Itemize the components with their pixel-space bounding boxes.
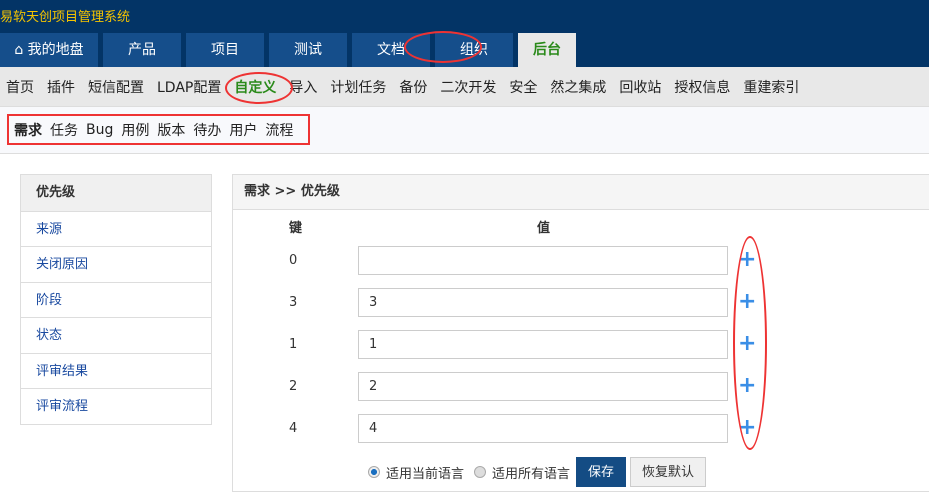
subnav-item[interactable]: 短信配置 — [88, 77, 144, 97]
subnav-item[interactable]: 授权信息 — [674, 77, 730, 97]
subnav-item[interactable]: LDAP配置 — [157, 77, 221, 97]
brand: 易软天创项目管理系统 — [0, 10, 131, 25]
sidebar-item[interactable]: 优先级 — [21, 175, 211, 211]
nav-admin[interactable]: 后台 — [518, 33, 576, 67]
sidebar-item[interactable]: 关闭原因 — [21, 246, 211, 282]
value-input[interactable] — [358, 288, 728, 317]
subnav-item[interactable]: 计划任务 — [330, 77, 386, 97]
main-nav: ⌂ 我的地盘 产品 项目 测试 文档 组织 后台 — [0, 33, 576, 67]
subnav-item[interactable]: 然之集成 — [550, 77, 606, 97]
panel-title: 需求 >> 优先级 — [233, 175, 929, 210]
panel: 需求 >> 优先级 键 值 0+ 3+ 1+ 2+ 4+ 适用当前语言 适用所有… — [232, 174, 929, 492]
sidebar-item[interactable]: 阶段 — [21, 281, 211, 318]
subnav-item[interactable]: 导入 — [289, 77, 317, 97]
key: 0 — [289, 253, 298, 268]
subnav-item[interactable]: 备份 — [399, 77, 427, 97]
annotation-circle — [225, 72, 293, 104]
nav-project[interactable]: 项目 — [186, 33, 264, 67]
home-icon: ⌂ — [14, 42, 24, 58]
table-row: 0 + — [233, 246, 929, 276]
key-header: 键 — [289, 221, 303, 236]
sidebar-item[interactable]: 状态 — [21, 317, 211, 353]
key: 1 — [289, 337, 298, 352]
annotation-circle — [404, 31, 482, 63]
key: 3 — [289, 295, 298, 310]
sidebar: 优先级 来源 关闭原因 阶段 状态 评审结果 评审流程 — [20, 174, 212, 425]
nav-test[interactable]: 测试 — [269, 33, 347, 67]
annotation-box — [7, 114, 310, 145]
sidebar-item[interactable]: 评审流程 — [21, 388, 211, 424]
subnav-item[interactable]: 首页 — [6, 77, 34, 97]
restore-default-button[interactable]: 恢复默认 — [630, 457, 707, 487]
value-input[interactable] — [358, 372, 728, 401]
table-row: 4+ — [233, 414, 929, 444]
sub-nav: 首页 插件 短信配置 LDAP配置 自定义 导入 计划任务 备份 二次开发 安全… — [0, 67, 929, 107]
sidebar-item[interactable]: 评审结果 — [21, 352, 211, 389]
key: 2 — [289, 379, 298, 394]
nav-product[interactable]: 产品 — [103, 33, 181, 67]
radio-current-lang[interactable] — [368, 466, 380, 478]
radio-label: 适用当前语言 — [386, 466, 465, 482]
table-row: 1+ — [233, 330, 929, 360]
subnav-item[interactable]: 重建索引 — [743, 77, 799, 97]
value-input[interactable] — [358, 330, 728, 359]
value-input[interactable] — [358, 246, 728, 275]
nav-label: 我的地盘 — [27, 42, 84, 58]
subnav-item[interactable]: 二次开发 — [440, 77, 496, 97]
value-input[interactable] — [358, 414, 728, 443]
value-header: 值 — [537, 221, 551, 236]
table-row: 2+ — [233, 372, 929, 402]
nav-my[interactable]: ⌂ 我的地盘 — [0, 33, 98, 67]
table-row: 3+ — [233, 288, 929, 318]
subnav-item[interactable]: 安全 — [509, 77, 537, 97]
save-button[interactable]: 保存 — [576, 457, 627, 487]
actions: 适用当前语言 适用所有语言 保存 恢复默认 — [368, 457, 707, 487]
key: 4 — [289, 421, 298, 436]
radio-all-lang[interactable] — [474, 466, 487, 478]
sidebar-item[interactable]: 来源 — [21, 210, 211, 247]
subnav-item[interactable]: 插件 — [47, 77, 75, 97]
subnav-item[interactable]: 回收站 — [619, 77, 661, 97]
radio-label: 适用所有语言 — [492, 466, 571, 482]
annotation-ellipse — [733, 236, 767, 450]
